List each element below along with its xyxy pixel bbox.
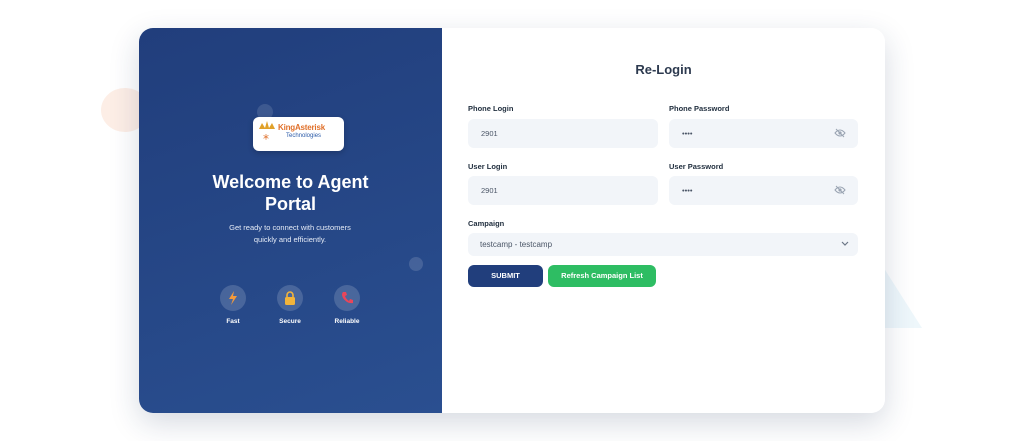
welcome-panel: * KingAsterisk Technologies Welcome to A… [139, 28, 442, 413]
campaign-select[interactable]: testcamp - testcamp [468, 233, 858, 256]
feature-label: Secure [279, 318, 301, 325]
phone-login-input[interactable]: 2901 [468, 119, 658, 148]
tagline-line-1: Get ready to connect with customers [229, 223, 351, 232]
welcome-line-1: Welcome to Agent [212, 172, 369, 192]
tagline-line-2: quickly and efficiently. [253, 235, 327, 244]
tagline: Get ready to connect with customers quic… [210, 222, 370, 246]
user-login-input[interactable]: 2901 [468, 176, 658, 205]
phone-password-input[interactable]: •••• [669, 119, 858, 148]
user-login-label: User Login [468, 162, 508, 171]
feature-label: Fast [226, 318, 240, 325]
welcome-heading: Welcome to Agent Portal [139, 171, 442, 215]
feature-fast: Fast [213, 285, 253, 325]
relogin-card: * KingAsterisk Technologies Welcome to A… [139, 28, 885, 413]
eye-slash-icon[interactable] [834, 128, 846, 138]
refresh-campaign-list-button[interactable]: Refresh Campaign List [548, 265, 656, 287]
user-password-input[interactable]: •••• [669, 176, 858, 205]
phone-login-label: Phone Login [468, 104, 514, 113]
chevron-down-icon [841, 241, 849, 246]
campaign-selected-value: testcamp - testcamp [480, 240, 553, 249]
campaign-label: Campaign [468, 219, 505, 228]
phone-password-value: •••• [682, 129, 693, 138]
phone-password-label: Phone Password [669, 104, 730, 113]
form-title: Re-Login [635, 62, 692, 77]
phone-icon [342, 292, 353, 304]
bolt-icon [229, 291, 237, 305]
welcome-line-2: Portal [264, 194, 316, 214]
logo-text: KingAsterisk [278, 123, 325, 132]
logo-subtext: Technologies [286, 133, 322, 139]
submit-button[interactable]: SUBMIT [468, 265, 543, 287]
eye-slash-icon[interactable] [834, 185, 846, 195]
svg-text:*: * [263, 132, 269, 146]
crown-logo-icon: * [259, 121, 275, 146]
decorative-dot [409, 257, 423, 271]
company-logo: * KingAsterisk Technologies [253, 117, 344, 151]
user-password-label: User Password [669, 162, 724, 171]
feature-reliable: Reliable [327, 285, 367, 325]
feature-secure: Secure [270, 285, 310, 325]
relogin-form: Re-Login Phone Login 2901 Phone Password… [442, 28, 885, 413]
feature-label: Reliable [334, 318, 360, 325]
user-password-value: •••• [682, 186, 693, 195]
lock-icon [285, 291, 295, 305]
